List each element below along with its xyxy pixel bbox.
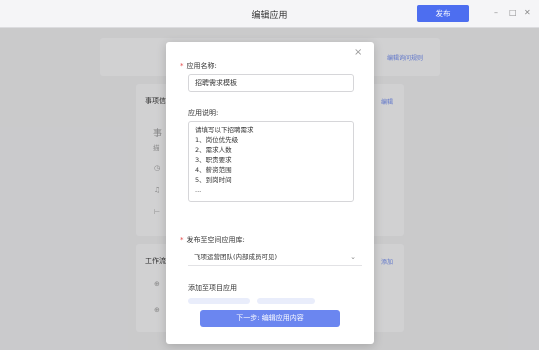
desc-line: 3、职责要求 <box>195 156 232 164</box>
edit-app-modal: × * 应用名称: 招聘需求模板 应用说明: 请填写以下招聘需求 1、岗位优先级 … <box>166 42 374 344</box>
window-titlebar: 编辑应用 发布 – □ ✕ <box>0 0 539 28</box>
publish-library-select[interactable]: 飞项运营团队(内部成员可见) ⌄ <box>188 248 362 266</box>
app-desc-label: 应用说明: <box>188 109 219 117</box>
app-name-input[interactable]: 招聘需求模板 <box>188 74 354 92</box>
required-mark: * <box>180 62 184 70</box>
maximize-icon[interactable]: □ <box>509 8 517 18</box>
required-mark: * <box>180 236 184 244</box>
close-window-icon[interactable]: ✕ <box>524 8 531 18</box>
desc-line: ... <box>195 186 202 194</box>
add-project-app-label: 添加至项目应用 <box>188 284 237 292</box>
desc-line: 2、需求人数 <box>195 146 232 154</box>
app-name-label-text: 应用名称: <box>186 62 217 70</box>
minimize-icon[interactable]: – <box>494 8 498 18</box>
desc-line: 1、岗位优先级 <box>195 136 239 144</box>
publish-button[interactable]: 发布 <box>417 5 469 22</box>
desc-line: 5、到岗时间 <box>195 176 232 184</box>
app-name-label: * 应用名称: <box>180 61 217 71</box>
desc-line: 4、薪资范围 <box>195 166 232 174</box>
publish-library-value: 飞项运营团队(内部成员可见) <box>194 253 278 261</box>
close-icon[interactable]: × <box>354 48 362 58</box>
next-step-button[interactable]: 下一步: 编辑应用内容 <box>200 310 340 327</box>
desc-line: 请填写以下招聘需求 <box>195 126 254 134</box>
chevron-down-icon: ⌄ <box>350 253 356 261</box>
publish-library-label-text: 发布至空间应用库: <box>186 236 245 244</box>
publish-library-label: * 发布至空间应用库: <box>180 235 245 245</box>
project-chip[interactable] <box>188 298 250 304</box>
project-chip[interactable] <box>257 298 315 304</box>
app-desc-textarea[interactable]: 请填写以下招聘需求 1、岗位优先级 2、需求人数 3、职责要求 4、薪资范围 5… <box>188 121 354 202</box>
